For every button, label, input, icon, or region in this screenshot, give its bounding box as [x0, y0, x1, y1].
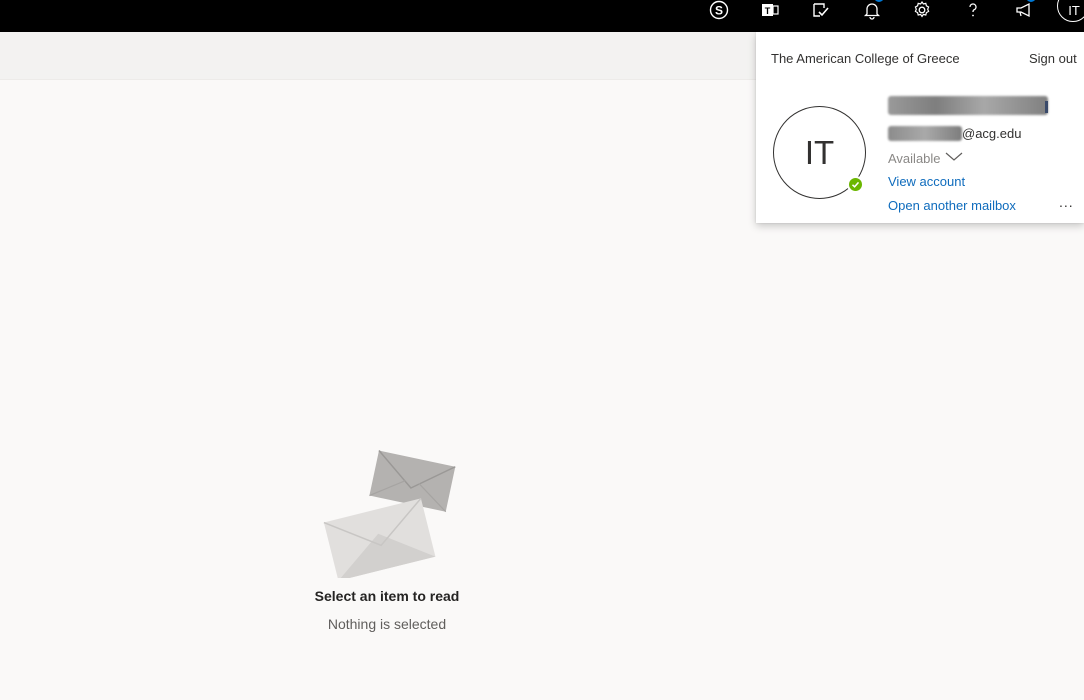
view-account-link[interactable]: View account	[888, 174, 965, 189]
svg-text:T: T	[765, 6, 771, 16]
organization-name: The American College of Greece	[771, 51, 960, 66]
open-another-mailbox-link[interactable]: Open another mailbox	[888, 198, 1016, 213]
redacted-email-local	[888, 125, 962, 141]
sign-out-button[interactable]: Sign out	[1029, 51, 1077, 66]
empty-state-title: Select an item to read	[314, 588, 460, 604]
account-avatar-initials: IT	[804, 133, 835, 171]
settings-icon[interactable]	[906, 0, 938, 26]
notifications-icon[interactable]	[856, 0, 888, 26]
account-manager-panel: The American College of Greece Sign out …	[756, 32, 1084, 223]
chevron-down-icon	[945, 149, 963, 167]
me-control-avatar[interactable]: IT	[1057, 0, 1084, 22]
empty-state-subtitle: Nothing is selected	[327, 616, 447, 632]
teams-icon[interactable]: T	[754, 0, 786, 26]
skype-icon[interactable]: S	[703, 0, 735, 26]
feedback-icon[interactable]	[1008, 0, 1040, 26]
email-domain: @acg.edu	[962, 125, 1022, 141]
redacted-name-cursor	[1045, 101, 1048, 113]
todo-icon[interactable]	[805, 0, 837, 26]
presence-status-dropdown[interactable]: Available	[888, 149, 963, 167]
suite-header: S T IT	[0, 0, 1084, 32]
redacted-display-name	[888, 96, 1048, 115]
presence-available-icon	[847, 176, 864, 193]
more-options-button[interactable]: ...	[1059, 194, 1074, 210]
svg-text:S: S	[715, 4, 723, 18]
help-icon[interactable]	[957, 0, 989, 26]
presence-label: Available	[888, 150, 941, 166]
account-email: @acg.edu	[888, 124, 1021, 142]
envelopes-illustration-icon	[322, 448, 456, 581]
